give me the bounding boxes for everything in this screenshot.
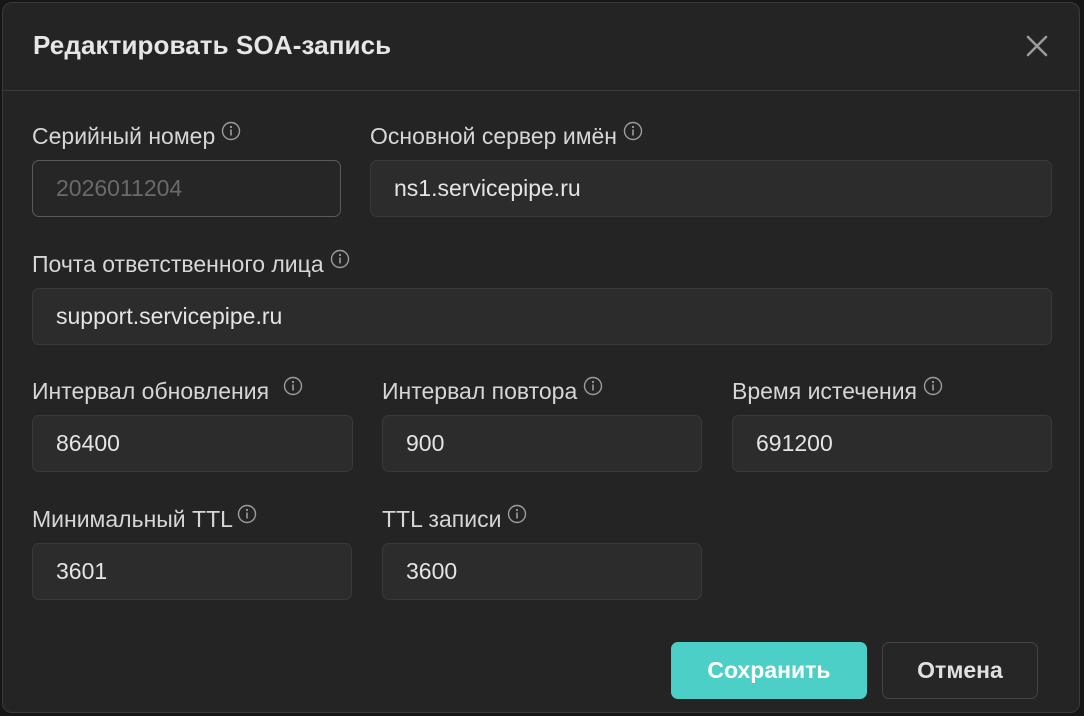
expire-label-text: Время истечения	[732, 378, 918, 404]
save-button[interactable]: Сохранить	[671, 642, 867, 699]
email-label-text: Почта ответственного лица	[32, 251, 324, 277]
refresh-label-text: Интервал обновления	[32, 378, 270, 404]
edit-soa-dialog: Редактировать SOA-запись Серийный номер …	[2, 2, 1080, 713]
cancel-button[interactable]: Отмена	[882, 642, 1038, 699]
info-icon[interactable]	[283, 376, 303, 396]
info-icon[interactable]	[221, 121, 241, 141]
record-ttl-label-text: TTL записи	[382, 506, 502, 532]
dialog-header: Редактировать SOA-запись	[3, 3, 1079, 91]
primary-ns-label-text: Основной сервер имён	[370, 123, 618, 149]
serial-label: Серийный номер	[32, 121, 241, 150]
min-ttl-input[interactable]	[32, 543, 352, 600]
info-icon[interactable]	[583, 376, 603, 396]
serial-label-text: Серийный номер	[32, 123, 216, 149]
serial-input	[32, 160, 341, 217]
record-ttl-label: TTL записи	[382, 504, 527, 533]
retry-input[interactable]	[382, 415, 702, 472]
retry-label: Интервал повтора	[382, 376, 603, 405]
info-icon[interactable]	[237, 504, 257, 524]
record-ttl-input[interactable]	[382, 543, 702, 600]
email-label: Почта ответственного лица	[32, 249, 350, 278]
min-ttl-label: Минимальный TTL	[32, 504, 257, 533]
primary-ns-input[interactable]	[370, 160, 1052, 217]
close-button[interactable]	[1019, 28, 1055, 64]
retry-label-text: Интервал повтора	[382, 378, 578, 404]
info-icon[interactable]	[923, 376, 943, 396]
min-ttl-label-text: Минимальный TTL	[32, 506, 233, 532]
primary-ns-label: Основной сервер имён	[370, 121, 643, 150]
expire-label: Время истечения	[732, 376, 943, 405]
email-input[interactable]	[32, 288, 1052, 345]
refresh-input[interactable]	[32, 415, 353, 472]
info-icon[interactable]	[623, 121, 643, 141]
dialog-title: Редактировать SOA-запись	[33, 30, 392, 60]
expire-input[interactable]	[732, 415, 1052, 472]
info-icon[interactable]	[507, 504, 527, 524]
close-icon	[1026, 35, 1048, 57]
info-icon[interactable]	[330, 249, 350, 269]
refresh-label: Интервал обновления	[32, 376, 303, 405]
